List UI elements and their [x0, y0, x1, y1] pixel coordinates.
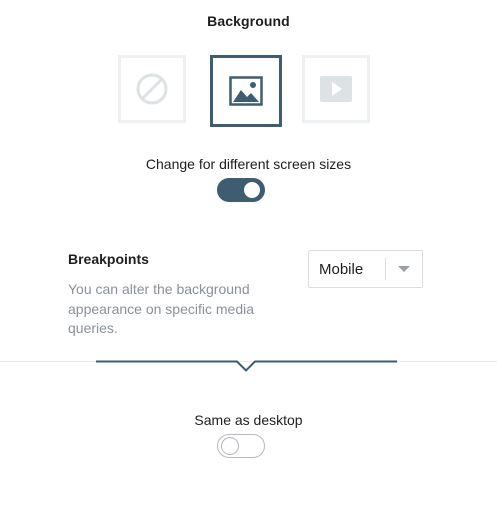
toggle-knob — [221, 437, 239, 455]
same-as-desktop-toggle[interactable] — [217, 434, 265, 458]
background-type-video-button[interactable] — [302, 55, 370, 123]
section-title: Background — [207, 13, 290, 29]
toggle-knob — [244, 182, 260, 198]
breakpoint-select-value: Mobile — [319, 261, 364, 278]
responsive-toggle[interactable] — [217, 178, 265, 202]
same-as-desktop-label: Same as desktop — [194, 412, 303, 428]
background-settings-panel: Background Change for different screen s… — [0, 0, 497, 513]
breakpoint-select[interactable]: Mobile — [308, 250, 423, 288]
select-divider — [385, 258, 386, 280]
background-type-image-button[interactable] — [210, 55, 282, 127]
breakpoints-title: Breakpoints — [68, 251, 149, 267]
image-icon — [229, 76, 263, 106]
chevron-down-icon — [398, 266, 410, 272]
responsive-toggle-label: Change for different screen sizes — [145, 156, 352, 172]
breakpoints-description: You can alter the background appearance … — [68, 281, 255, 336]
background-type-none-button[interactable] — [118, 55, 186, 123]
video-play-icon — [320, 76, 352, 102]
none-circle-slash-icon — [136, 73, 168, 105]
breakpoint-pointer-line — [96, 360, 397, 372]
